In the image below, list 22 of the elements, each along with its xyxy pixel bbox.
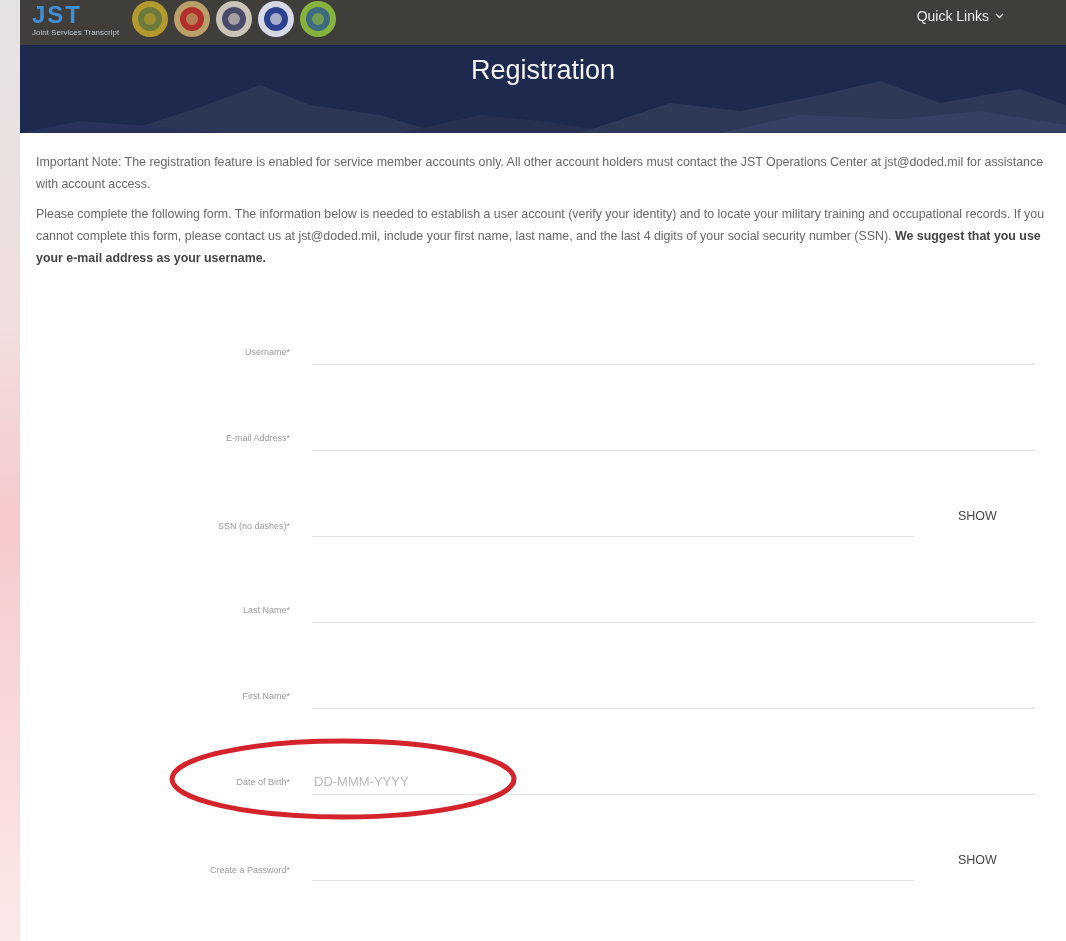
show-button[interactable]: SHOW [958, 509, 997, 523]
seal-icon [131, 0, 170, 38]
seal-icon [299, 0, 338, 38]
seal-icon [215, 0, 254, 38]
field-label: Last Name* [241, 605, 290, 617]
quick-links-menu[interactable]: Quick Links [916, 8, 1004, 24]
seal-icon [173, 0, 212, 38]
field-label: E-mail Address* [224, 433, 290, 445]
field-label: Create a Password* [208, 865, 290, 877]
show-button[interactable]: SHOW [958, 853, 997, 867]
input-field[interactable]: DD-MMM-YYYY [312, 768, 1035, 795]
logo-subtitle: Joint Services Transcript [32, 28, 120, 37]
field-label: Username* [243, 347, 290, 359]
page-title: Registration [470, 55, 616, 87]
note-paragraph: Important Note: The registration feature is enabled for service member accounts only. All other account holders must contact the JST Operations Center at jst@doded.mil for assistance with account access. [36, 154, 1045, 193]
caret-icon [995, 13, 1004, 19]
seal-icon [257, 0, 296, 38]
field-label: Date of Birth* [235, 777, 290, 789]
logo-text: JST [32, 2, 83, 28]
field-label: SSN (no dashes)* [216, 521, 290, 533]
field-label: First Name* [241, 691, 290, 703]
note-paragraph: Please complete the following form. The information below is needed to establish a user account (verify your identity) and to locate your military training and occupational records. If you cannot complete this form, please contact us at jst@doded.mil, include your first name, last name, and the last 4 digits of your social security number (SSN). We suggest that you use your e-mail address as your username. [36, 206, 1046, 267]
